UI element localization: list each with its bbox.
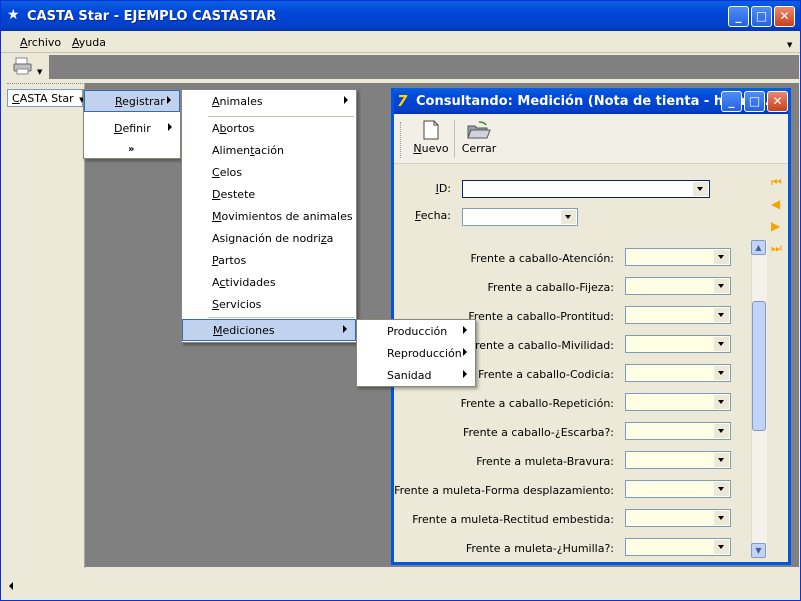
- app-logo-icon: 7: [397, 92, 408, 110]
- menu-registrar: Animales Abortos Alimentación Celos Dest…: [181, 89, 357, 343]
- left-panel: [5, 83, 85, 595]
- menu-item-destete[interactable]: Destete: [182, 184, 356, 206]
- menu-item-servicios[interactable]: Servicios: [182, 294, 356, 316]
- main-window: ★ CASTA Star - EJEMPLO CASTASTAR _ □ ✕ A…: [0, 0, 801, 601]
- menu-item-registrar[interactable]: Registrar: [84, 90, 180, 112]
- toolbar-separator: [454, 120, 455, 158]
- menu-item-definir[interactable]: Definir: [84, 118, 180, 140]
- menu-item-animales[interactable]: Animales: [182, 91, 356, 113]
- field-combo[interactable]: [625, 538, 731, 556]
- child-maximize-button[interactable]: □: [744, 91, 765, 112]
- app-star-icon: ★: [7, 7, 20, 23]
- panel-grip[interactable]: [7, 83, 83, 87]
- menu-item-reproduccion[interactable]: Reproducción: [357, 343, 475, 365]
- menu-item-celos[interactable]: Celos: [182, 162, 356, 184]
- field-label: Frente a caballo-Repetición:: [460, 397, 614, 410]
- child-title: Consultando: Medición (Nota de tienta - …: [416, 94, 770, 109]
- status-bar: [5, 568, 799, 598]
- id-label: ID:: [435, 182, 451, 195]
- nuevo-button[interactable]: Nuevo: [408, 118, 454, 162]
- field-combo[interactable]: [625, 422, 731, 440]
- field-label: Frente a muleta-Rectitud embestida:: [412, 513, 614, 526]
- prev-record-icon[interactable]: ◀: [771, 198, 783, 210]
- printer-dropdown-icon[interactable]: ▼: [37, 68, 42, 76]
- scroll-left-icon[interactable]: [9, 582, 13, 590]
- casta-star-button[interactable]: CASTA Star ▼: [7, 89, 85, 107]
- menu-separator: [208, 317, 354, 318]
- scrollbar-thumb[interactable]: [752, 301, 766, 431]
- menu-item-actividades[interactable]: Actividades: [182, 272, 356, 294]
- menubar-chevron-icon[interactable]: ▼: [787, 41, 792, 49]
- field-combo[interactable]: [625, 335, 731, 353]
- toolbar-grip: [400, 122, 402, 158]
- scroll-down-icon[interactable]: ▼: [751, 543, 766, 558]
- child-close-button[interactable]: ✕: [767, 91, 788, 112]
- expand-chevron-icon[interactable]: »: [128, 144, 134, 155]
- menu-separator: [208, 116, 354, 117]
- field-label: Frente a muleta-Forma desplazamiento:: [394, 484, 614, 497]
- scroll-up-icon[interactable]: ▲: [751, 240, 766, 255]
- toolbar-empty-area: [49, 55, 799, 79]
- menu-item-asignacion-nodriza[interactable]: Asignación de nodriza: [182, 228, 356, 250]
- menu-item-abortos[interactable]: Abortos: [182, 118, 356, 140]
- cerrar-button[interactable]: Cerrar: [458, 118, 500, 162]
- menu-item-movimientos[interactable]: Movimientos de animales: [182, 206, 356, 228]
- field-combo[interactable]: [625, 451, 731, 469]
- field-label: Frente a caballo-¿Escarba?:: [463, 426, 614, 439]
- menu-mediciones: Producción Reproducción Sanidad: [356, 319, 476, 387]
- folder-icon: [467, 120, 491, 140]
- minimize-button[interactable]: _: [728, 6, 749, 27]
- field-combo[interactable]: [625, 248, 731, 266]
- menu-casta-star: Registrar Definir »: [83, 89, 181, 159]
- app-title: CASTA Star - EJEMPLO CASTASTAR: [27, 9, 277, 24]
- field-combo[interactable]: [625, 277, 731, 295]
- field-combo[interactable]: [625, 509, 731, 527]
- child-toolbar: Nuevo Cerrar: [394, 114, 788, 164]
- next-record-icon[interactable]: ▶: [771, 220, 783, 232]
- last-record-icon[interactable]: ⏭: [771, 242, 783, 254]
- child-title-bar[interactable]: 7 Consultando: Medición (Nota de tienta …: [394, 88, 788, 114]
- menu-ayuda[interactable]: Ayuda: [72, 36, 106, 49]
- field-label: Frente a muleta-Bravura:: [476, 455, 614, 468]
- field-label: Frente a caballo-Atención:: [470, 252, 614, 265]
- menu-item-partos[interactable]: Partos: [182, 250, 356, 272]
- close-button[interactable]: ✕: [774, 6, 795, 27]
- menu-item-mediciones[interactable]: Mediciones: [182, 319, 356, 341]
- fecha-combo[interactable]: [462, 208, 578, 226]
- menu-bar: Archivo Ayuda ▼: [1, 31, 800, 53]
- field-combo[interactable]: [625, 364, 731, 382]
- field-label: Frente a caballo-Fijeza:: [487, 281, 614, 294]
- fecha-label: Fecha:: [415, 209, 451, 222]
- menu-item-produccion[interactable]: Producción: [357, 321, 475, 343]
- id-combo[interactable]: [462, 180, 710, 198]
- field-combo[interactable]: [625, 480, 731, 498]
- menu-item-alimentacion[interactable]: Alimentación: [182, 140, 356, 162]
- maximize-button[interactable]: □: [751, 6, 772, 27]
- field-combo[interactable]: [625, 306, 731, 324]
- title-bar[interactable]: ★ CASTA Star - EJEMPLO CASTASTAR _ □ ✕: [1, 1, 800, 31]
- field-label: Frente a muleta-¿Humilla?:: [465, 542, 614, 555]
- child-minimize-button[interactable]: _: [721, 91, 742, 112]
- menu-item-sanidad[interactable]: Sanidad: [357, 365, 475, 387]
- new-document-icon: [423, 120, 439, 140]
- field-combo[interactable]: [625, 393, 731, 411]
- menu-archivo[interactable]: Archivo: [20, 36, 61, 49]
- first-record-icon[interactable]: ⏮: [771, 176, 783, 188]
- printer-icon[interactable]: [13, 57, 33, 75]
